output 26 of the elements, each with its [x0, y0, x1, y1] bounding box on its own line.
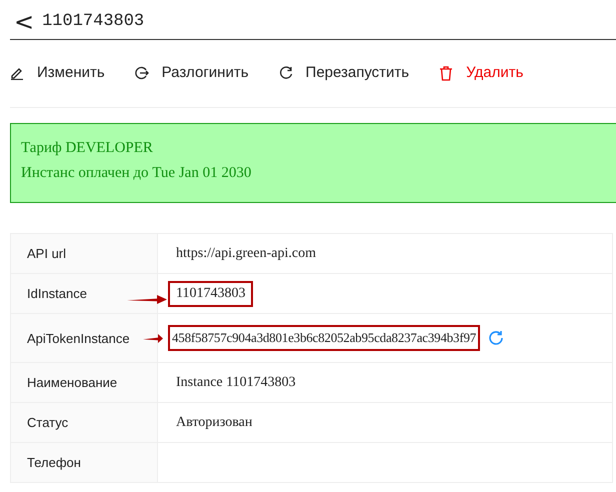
pencil-icon — [10, 66, 24, 80]
field-label: Наименование — [27, 375, 118, 390]
restart-button[interactable]: Перезапустить — [278, 64, 410, 86]
field-value: 1101743803 — [168, 280, 254, 306]
notice-text: Инстанс оплачен до Tue Jan 01 2030 — [21, 165, 252, 182]
field-label: IdInstance — [27, 286, 87, 301]
logout-button[interactable]: Разлогинить — [134, 64, 249, 86]
field-value: 458f58757c904a3d801e3b6c82052ab95cda8237ac394b3f97 — [168, 325, 480, 351]
field-label: Статус — [27, 415, 68, 430]
trash-icon — [439, 66, 454, 81]
notice-text: Тариф DEVELOPER — [21, 140, 154, 157]
arrow-icon — [127, 295, 167, 304]
delete-button[interactable]: Удалить — [439, 64, 524, 86]
field-value: Instance 1101743803 — [175, 374, 297, 392]
field-label: Телефон — [27, 455, 81, 470]
field-value: Авторизован — [175, 414, 254, 432]
page-title: 1101743803 — [42, 12, 144, 31]
back-button[interactable]: < — [14, 10, 34, 34]
arrow-icon — [143, 334, 163, 344]
field-label: ApiTokenInstance — [27, 330, 130, 346]
logout-icon — [134, 66, 149, 80]
refresh-icon[interactable] — [488, 330, 504, 346]
field-label: API url — [27, 246, 66, 261]
refresh-icon — [278, 66, 293, 80]
edit-button[interactable]: Изменить — [10, 64, 105, 86]
field-value: https://api.green-api.com — [175, 244, 317, 262]
